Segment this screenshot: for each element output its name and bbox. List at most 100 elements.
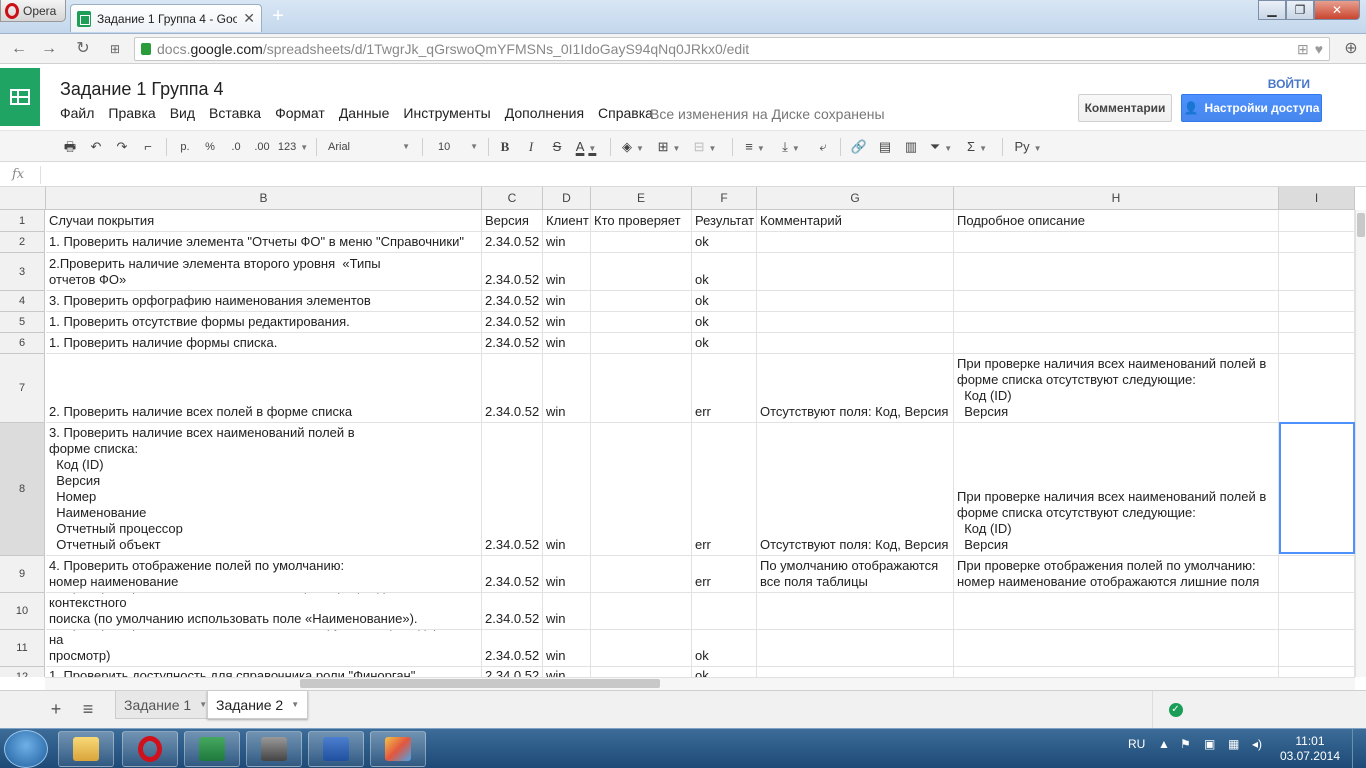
grid-cell[interactable] [954, 630, 1279, 667]
grid-cell[interactable] [692, 593, 757, 630]
grid-cell[interactable]: win [543, 593, 591, 630]
vertical-scrollbar[interactable] [1355, 210, 1366, 677]
grid-cell[interactable]: При проверке отображения полей по умолча… [954, 556, 1279, 593]
grid-cell[interactable]: err [692, 423, 757, 556]
grid-cell[interactable]: ok [692, 253, 757, 291]
column-header-e[interactable]: E [591, 187, 692, 210]
menu-data[interactable]: Данные [339, 105, 390, 121]
undo-icon[interactable]: ↶ [86, 136, 106, 158]
font-size-dropdown[interactable]: 10 ▼ [430, 136, 482, 158]
column-header-h[interactable]: H [954, 187, 1279, 210]
row-header[interactable]: 1 [0, 210, 45, 232]
grid-cell[interactable]: err [692, 354, 757, 423]
column-header-i[interactable]: I [1279, 187, 1355, 210]
grid-cell[interactable]: 1. Проверить отсутствие формы редактиров… [46, 312, 482, 333]
network-icon[interactable]: ▦ [1228, 737, 1239, 751]
grid-cell[interactable] [591, 556, 692, 593]
row-header[interactable]: 5 [0, 312, 45, 333]
grid-cell[interactable] [591, 667, 692, 677]
grid-cell[interactable] [1279, 423, 1355, 556]
grid-cell[interactable] [1279, 291, 1355, 312]
device-icon[interactable]: ▣ [1204, 737, 1215, 751]
grid-cell[interactable]: 2.34.0.52 [482, 556, 543, 593]
row-header[interactable]: 4 [0, 291, 45, 312]
taskbar-excel[interactable] [184, 731, 240, 767]
address-bar[interactable]: docs.google.com/spreadsheets/d/1TwgrJk_q… [134, 37, 1330, 61]
menu-help[interactable]: Справка [598, 105, 653, 121]
grid-cell[interactable]: win [543, 667, 591, 677]
minimize-button[interactable]: ▁ [1258, 0, 1286, 20]
speed-dial-add-icon[interactable]: ⊞ [1297, 41, 1309, 58]
decrease-decimal-button[interactable]: .0 [224, 136, 248, 158]
start-button[interactable] [4, 730, 48, 768]
signin-link[interactable]: ВОЙТИ [1268, 77, 1310, 91]
grid-cell[interactable] [591, 593, 692, 630]
grid-cell[interactable] [954, 333, 1279, 354]
forward-icon[interactable]: → [38, 38, 60, 60]
row-header[interactable]: 12 [0, 667, 45, 677]
grid-cell[interactable]: ok [692, 333, 757, 354]
grid-cell[interactable]: win [543, 630, 591, 667]
grid-cell[interactable]: 2. Проверить наличие всех полей в форме … [46, 354, 482, 423]
grid-cell[interactable]: win [543, 333, 591, 354]
grid-cell[interactable]: 4. Проверить отображение полей по умолча… [46, 556, 482, 593]
menu-format[interactable]: Формат [275, 105, 325, 121]
column-header-d[interactable]: D [543, 187, 591, 210]
percent-format-button[interactable]: % [200, 136, 220, 158]
document-title[interactable]: Задание 1 Группа 4 [60, 79, 223, 100]
grid-cell[interactable]: 2.34.0.52 [482, 232, 543, 253]
add-sheet-button[interactable]: + [44, 699, 68, 719]
grid-cell[interactable] [954, 593, 1279, 630]
taskbar-network-app[interactable] [246, 731, 302, 767]
browser-tab-active[interactable]: Задание 1 Группа 4 - Goo ✕ [70, 4, 262, 32]
grid-cell[interactable] [1279, 354, 1355, 423]
taskbar-word[interactable] [308, 731, 364, 767]
grid-cell[interactable] [591, 333, 692, 354]
grid-cell[interactable] [757, 232, 954, 253]
grid-cell[interactable]: 2.34.0.52 [482, 630, 543, 667]
grid-cell[interactable]: При проверке наличия всех наименований п… [954, 423, 1279, 556]
font-family-dropdown[interactable]: Arial ▼ [322, 136, 416, 158]
grid-cell[interactable]: Отсутствуют поля: Код, Версия [757, 354, 954, 423]
grid-cell[interactable]: Комментарий [757, 210, 954, 232]
print-icon[interactable]: 🖶 [60, 136, 80, 158]
show-desktop-button[interactable] [1352, 729, 1366, 768]
grid-cell[interactable]: Случаи покрытия [46, 210, 482, 232]
chevron-down-icon[interactable]: ▼ [291, 700, 299, 709]
grid-cell[interactable] [1279, 333, 1355, 354]
grid-cell[interactable] [757, 630, 954, 667]
sheet-tab-1[interactable]: Задание 1 ▼ [115, 691, 217, 719]
row-header[interactable]: 3 [0, 253, 45, 291]
input-tools-dropdown[interactable]: Ру ▼ [1010, 136, 1046, 158]
corner-cell[interactable] [0, 187, 46, 210]
grid-cell[interactable] [591, 253, 692, 291]
menu-tools[interactable]: Инструменты [403, 105, 490, 121]
menu-view[interactable]: Вид [170, 105, 195, 121]
grid-cell[interactable] [757, 593, 954, 630]
grid-cell[interactable]: 1. Проверить доступность для справочника… [46, 667, 482, 677]
grid-cell[interactable]: Отсутствуют поля: Код, Версия [757, 423, 954, 556]
grid-cell[interactable]: 1. Проверить наличие формы списка. [46, 333, 482, 354]
menu-addons[interactable]: Дополнения [505, 105, 584, 121]
grid-cell[interactable]: Версия [482, 210, 543, 232]
sync-status[interactable]: ✓ [1152, 691, 1198, 729]
formula-input[interactable] [46, 166, 1346, 184]
grid-cell[interactable]: win [543, 253, 591, 291]
bold-button[interactable]: B [496, 136, 514, 158]
grid-cell[interactable] [591, 423, 692, 556]
grid-cell[interactable] [1279, 630, 1355, 667]
grid-cell[interactable]: 2.34.0.52 [482, 593, 543, 630]
grid-cell[interactable] [757, 667, 954, 677]
grid-cell[interactable] [757, 291, 954, 312]
fill-color-icon[interactable]: ◈ ▼ [618, 136, 648, 158]
maximize-button[interactable]: ❐ [1286, 0, 1314, 20]
grid-cell[interactable]: ok [692, 667, 757, 677]
volume-icon[interactable]: ◂) [1252, 737, 1262, 751]
new-tab-button[interactable]: + [266, 6, 290, 28]
close-window-button[interactable]: ✕ [1314, 0, 1360, 20]
all-sheets-list-button[interactable]: ≡ [76, 699, 100, 719]
grid-cell[interactable] [591, 291, 692, 312]
redo-icon[interactable]: ↷ [112, 136, 132, 158]
borders-icon[interactable]: ⊞ ▼ [654, 136, 684, 158]
speed-dial-icon[interactable]: ⊞ [104, 38, 126, 60]
